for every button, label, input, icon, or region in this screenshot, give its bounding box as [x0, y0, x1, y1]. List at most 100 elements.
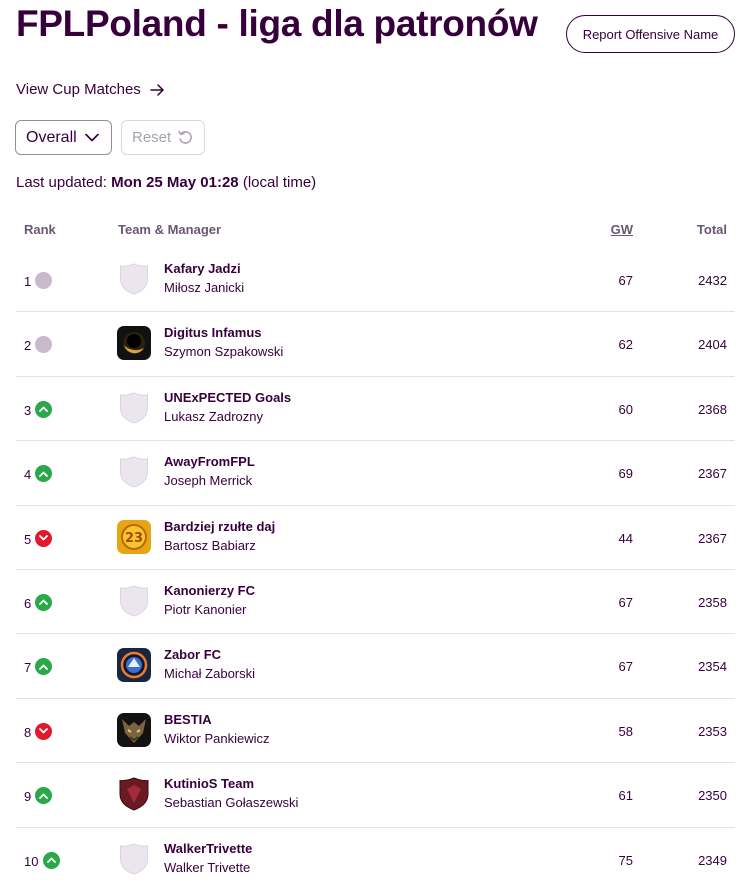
standings-header: Rank Team & Manager GW Total — [16, 212, 735, 248]
table-row[interactable]: 7 Zabor FC Michał Zaborski 67 2354 — [16, 634, 735, 699]
gw-points: 61 — [618, 788, 633, 804]
rank-number: 1 — [24, 274, 32, 289]
rank-number: 4 — [24, 467, 32, 483]
total-points: 2358 — [698, 594, 727, 610]
total-points: 2354 — [698, 659, 727, 675]
view-cup-matches-label: View Cup Matches — [16, 81, 141, 98]
manager-name: Joseph Merrick — [164, 473, 253, 489]
rank-number: 10 — [24, 853, 39, 869]
svg-text:23: 23 — [125, 531, 143, 546]
total-points: 2350 — [698, 788, 727, 804]
movement-up-icon — [35, 658, 52, 676]
table-row[interactable]: 4 AwayFromFPL Joseph Merrick 69 2367 — [16, 441, 735, 506]
team-crest-icon — [117, 326, 151, 361]
team-name-link[interactable]: Bardziej rzułte daj — [164, 519, 275, 534]
movement-up-icon — [43, 851, 60, 869]
table-row[interactable]: 10 WalkerTrivette Walker Trivette 75 2349 — [16, 828, 735, 890]
movement-up-icon — [35, 400, 52, 418]
gw-points: 58 — [618, 723, 633, 739]
table-row[interactable]: 1 Kafary Jadzi Miłosz Janicki 67 2432 — [16, 248, 735, 313]
rank-number: 9 — [24, 789, 32, 805]
team-manager-header: Team & Manager — [118, 222, 222, 237]
standings-table: Rank Team & Manager GW Total 1 Kafary Jad… — [16, 212, 735, 890]
table-row[interactable]: 5 23 Bardziej rzułte daj Bartosz Babiarz 44 2… — [16, 506, 735, 570]
last-updated-prefix: Last updated: — [16, 174, 107, 191]
rank-number: 8 — [24, 724, 32, 740]
total-points: 2368 — [698, 401, 727, 417]
total-points: 2404 — [698, 337, 727, 353]
rank-number: 3 — [24, 402, 32, 418]
manager-name: Lukasz Zadrozny — [164, 408, 263, 424]
movement-down-icon — [35, 722, 52, 740]
gw-points: 62 — [618, 337, 633, 353]
table-row[interactable]: 2 Digitus Infamus Szymon Szpakowski 62 2404 — [16, 312, 735, 377]
gw-points: 67 — [618, 273, 633, 288]
manager-name: Szymon Szpakowski — [164, 344, 284, 360]
movement-up-icon — [35, 465, 52, 483]
manager-name: Walker Trivette — [164, 859, 251, 875]
team-name-link[interactable]: WalkerTrivette — [164, 841, 252, 856]
team-name-link[interactable]: BESTIA — [164, 712, 212, 727]
manager-name: Wiktor Pankiewicz — [164, 730, 270, 746]
arrow-right-icon — [150, 83, 164, 96]
team-crest-icon — [117, 262, 151, 296]
team-crest-icon — [117, 712, 151, 747]
movement-down-icon — [35, 529, 52, 547]
manager-name: Michał Zaborski — [164, 666, 256, 682]
total-header: Total — [696, 222, 727, 237]
team-name-link[interactable]: AwayFromFPL — [164, 454, 255, 469]
movement-up-icon — [35, 593, 52, 611]
last-updated-suffix: (local time) — [242, 174, 317, 191]
table-row[interactable]: 6 Kanonierzy FC Piotr Kanonier 67 2358 — [16, 570, 735, 635]
last-updated: Last updated: Mon 25 May 01:28 (local ti… — [16, 174, 316, 191]
team-name-link[interactable]: UNExPECTED Goals — [164, 390, 291, 405]
movement-same-icon — [35, 336, 52, 354]
movement-up-icon — [35, 787, 52, 805]
manager-name: Bartosz Babiarz — [164, 537, 256, 553]
standings-rows: 1 Kafary Jadzi Miłosz Janicki 67 2432 2 Digitu… — [16, 248, 735, 890]
team-name-link[interactable]: Digitus Infamus — [164, 325, 262, 340]
reset-icon — [178, 130, 193, 144]
view-cup-matches-link[interactable]: View Cup Matches — [16, 81, 165, 98]
team-crest-icon — [117, 584, 151, 618]
total-points: 2432 — [698, 273, 727, 288]
team-name-link[interactable]: Kafary Jadzi — [164, 261, 241, 276]
chevron-down-icon — [84, 133, 99, 142]
table-row[interactable]: 8 BESTIA Wiktor Pankiewicz 58 2353 — [16, 699, 735, 764]
total-points: 2353 — [698, 723, 727, 739]
gw-header[interactable]: GW — [611, 222, 633, 237]
last-updated-value: Mon 25 May 01:28 — [111, 174, 239, 191]
table-row[interactable]: 3 UNExPECTED Goals Lukasz Zadrozny 60 2368 — [16, 377, 735, 442]
rank-number: 6 — [24, 595, 32, 611]
team-crest-icon: 23 — [117, 519, 151, 554]
manager-name: Piotr Kanonier — [164, 601, 247, 617]
team-crest-icon — [117, 391, 151, 425]
total-points: 2367 — [698, 466, 727, 482]
phase-select-value: Overall — [26, 128, 77, 146]
gw-points: 69 — [618, 466, 633, 482]
team-crest-icon — [117, 455, 151, 489]
team-name-link[interactable]: Kanonierzy FC — [164, 583, 255, 598]
gw-points: 67 — [618, 659, 633, 675]
team-name-link[interactable]: KutinioS Team — [164, 776, 254, 791]
total-points: 2367 — [698, 530, 727, 546]
rank-number: 5 — [24, 531, 32, 547]
manager-name: Sebastian Gołaszewski — [164, 795, 299, 811]
report-offensive-name-button[interactable]: Report Offensive Name — [566, 15, 735, 53]
table-row[interactable]: 9 KutinioS Team Sebastian Gołaszewski 61 235… — [16, 763, 735, 828]
total-points: 2349 — [698, 852, 727, 868]
movement-same-icon — [35, 272, 52, 289]
gw-points: 75 — [618, 852, 633, 868]
rank-number: 2 — [24, 338, 32, 354]
team-name-link[interactable]: Zabor FC — [164, 647, 221, 662]
rank-number: 7 — [24, 660, 32, 676]
phase-select[interactable]: Overall — [15, 120, 112, 155]
manager-name: Miłosz Janicki — [164, 280, 245, 295]
team-crest-icon — [117, 842, 151, 876]
gw-points: 67 — [618, 594, 633, 610]
page-title: FPLPoland - liga dla patronów — [16, 3, 538, 44]
gw-points: 44 — [618, 530, 633, 546]
team-crest-icon — [117, 648, 151, 683]
gw-points: 60 — [618, 401, 633, 417]
reset-button[interactable]: Reset — [121, 120, 205, 155]
